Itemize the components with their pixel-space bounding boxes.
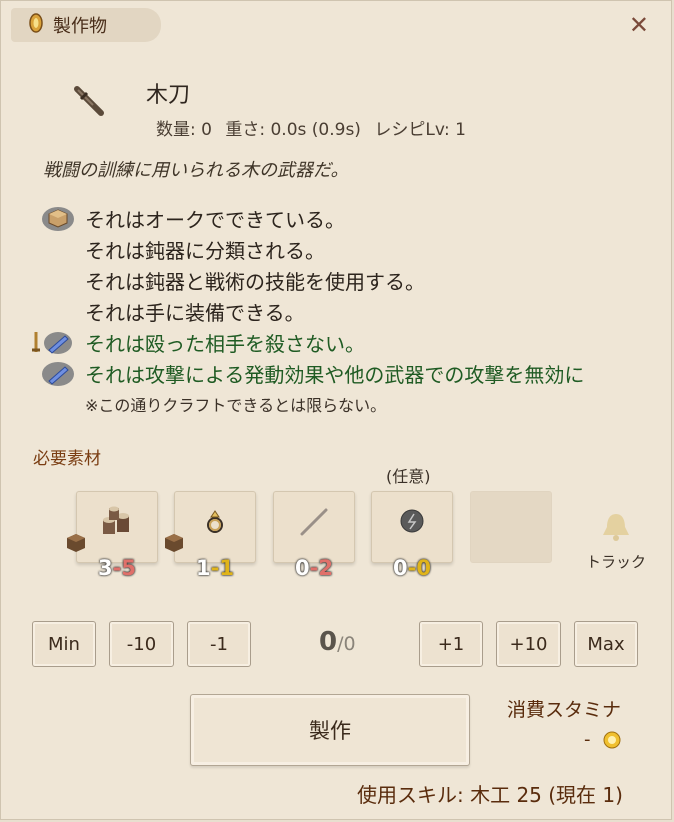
- window-title-tab: 製作物: [11, 8, 161, 42]
- track-button[interactable]: トラック: [581, 511, 651, 572]
- item-description: 戦闘の訓練に用いられる木の武器だ。: [43, 160, 349, 181]
- min-button[interactable]: Min: [32, 621, 96, 667]
- item-quantity: 数量: 0: [156, 120, 212, 140]
- minus-1-button[interactable]: -1: [187, 621, 251, 667]
- material-quantity: 3-5: [98, 556, 136, 580]
- close-button[interactable]: ✕: [629, 13, 649, 37]
- craft-count: 0/0: [319, 627, 356, 657]
- current-count: 0: [319, 627, 338, 657]
- window-title: 製作物: [53, 16, 107, 37]
- track-label: トラック: [585, 553, 646, 571]
- item-weight: 重さ: 0.0s (0.9s): [225, 120, 361, 140]
- rune-stone-icon: [372, 506, 452, 536]
- log-pile-icon: [77, 506, 157, 540]
- trait-item: それは攻撃による発動効果や他の武器での攻撃を無効に: [41, 359, 674, 390]
- material-slot-empty[interactable]: [470, 491, 552, 563]
- material-slot[interactable]: 0-0: [371, 491, 453, 580]
- trait-list: それはオークでできている。 それは鈍器に分類される。 それは鈍器と戦術の技能を使…: [32, 204, 674, 416]
- material-quantity: 0-0: [393, 556, 431, 580]
- material-slot[interactable]: 0-2: [273, 491, 355, 580]
- material-quantity: 1-1: [196, 556, 234, 580]
- stamina-value: -: [584, 729, 621, 750]
- trait-item: それは鈍器に分類される。: [85, 239, 325, 263]
- material-quantity: 0-2: [295, 556, 333, 580]
- item-name: 木刀: [146, 83, 191, 108]
- material-cube-icon: [163, 532, 185, 558]
- max-button[interactable]: Max: [574, 621, 638, 667]
- stick-icon: [274, 506, 354, 538]
- bell-icon: [603, 514, 629, 541]
- wooden-sword-icon: [73, 85, 107, 123]
- ring-icon: [175, 506, 255, 536]
- material-cube-icon: [41, 206, 75, 237]
- stamina-label: 消費スタミナ: [507, 699, 622, 721]
- plus-1-button[interactable]: +1: [419, 621, 483, 667]
- minus-10-button[interactable]: -10: [109, 621, 174, 667]
- trait-item: それは鈍器と戦術の技能を使用する。: [85, 270, 425, 294]
- lamp-icon: [29, 12, 43, 38]
- enchant-icon: [41, 361, 75, 392]
- max-count: /0: [337, 633, 356, 655]
- craft-button[interactable]: 製作: [190, 694, 470, 766]
- item-recipe-level: レシピLv: 1: [374, 120, 466, 140]
- craft-note: ※この通りクラフトできるとは限らない。: [85, 396, 387, 415]
- trait-item: それはオークでできている。: [41, 204, 674, 235]
- material-slot[interactable]: 1-1: [165, 491, 256, 580]
- material-cube-icon: [65, 532, 87, 558]
- plus-10-button[interactable]: +10: [496, 621, 561, 667]
- optional-label: (任意): [386, 467, 431, 486]
- stamina-coin-icon: [603, 731, 620, 748]
- crafting-panel: 製作物 ✕ 木刀 数量: 0 重さ: 0.0s (0.9s) レシピLv: 1 …: [0, 0, 672, 820]
- item-stats: 数量: 0 重さ: 0.0s (0.9s) レシピLv: 1: [156, 115, 474, 140]
- materials-label: 必要素材: [33, 449, 101, 469]
- material-slot[interactable]: 3-5: [67, 491, 158, 580]
- trait-item: それは手に装備できる。: [85, 301, 305, 325]
- trait-item: それは殴った相手を殺さない。: [32, 328, 674, 359]
- used-skill-text: 使用スキル: 木工 25 (現在 1): [357, 783, 623, 807]
